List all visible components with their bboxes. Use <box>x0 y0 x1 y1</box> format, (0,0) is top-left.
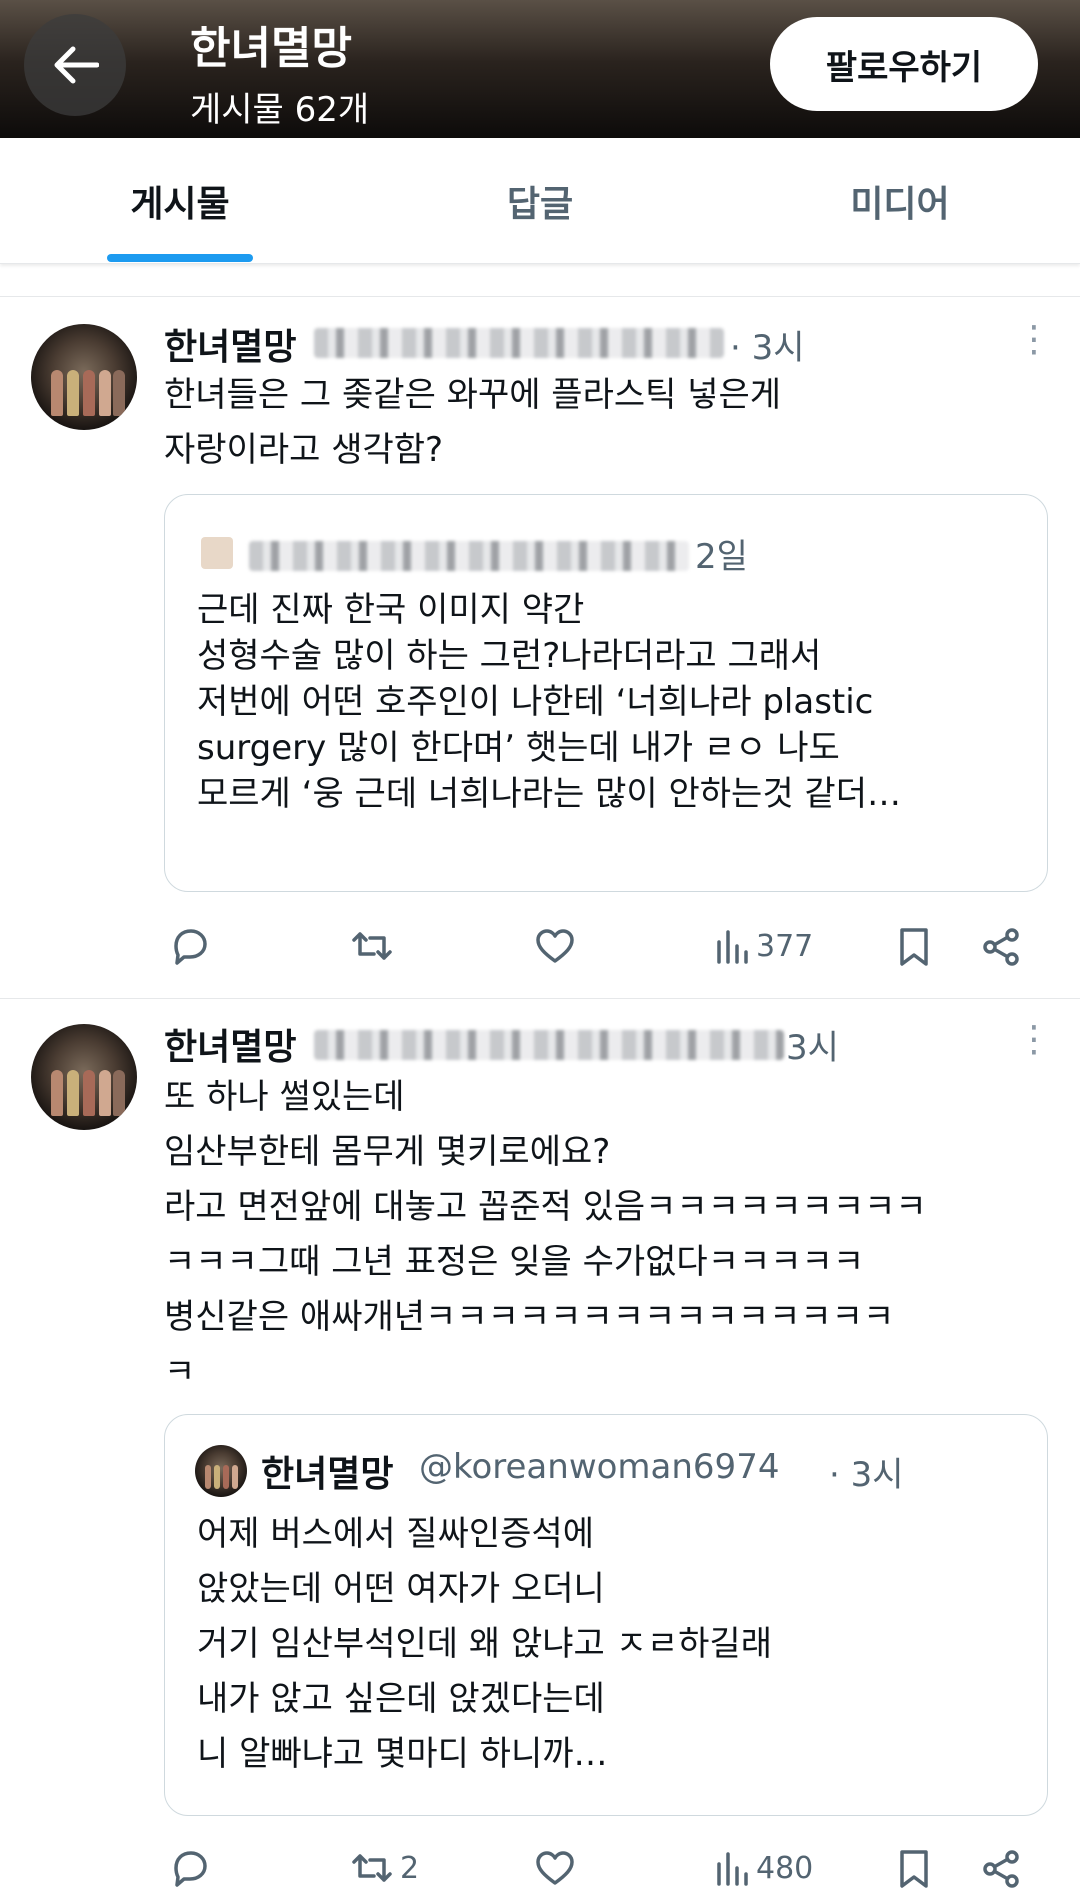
views-icon <box>717 1852 748 1886</box>
quoted-text: 어제 버스에서 질싸인증석에 앉았는데 어떤 여자가 오더니 거기 임산부석인데… <box>197 1514 772 1774</box>
reply-button[interactable] <box>168 1848 210 1888</box>
follow-button[interactable]: 팔로우하기 <box>770 17 1038 111</box>
quoted-post[interactable]: 한녀멸망 @koreanwoman6974 · 3시 어제 버스에서 질싸인증석… <box>164 1414 1048 1816</box>
quoted-avatar <box>201 537 233 569</box>
retweet-icon <box>352 1854 392 1882</box>
avatar[interactable] <box>31 324 137 430</box>
more-icon[interactable]: ⋮ <box>1016 322 1052 358</box>
back-button[interactable] <box>24 14 126 116</box>
like-button[interactable] <box>534 926 576 966</box>
blurred-quoted-author <box>249 541 689 571</box>
quoted-avatar <box>195 1445 247 1497</box>
post-text: 또 하나 썰있는데 임산부한테 몸무게 몇키로에요? 라고 면전앞에 대놓고 꼽… <box>164 1077 927 1392</box>
quoted-time: 2일 <box>695 537 748 577</box>
share-icon <box>983 928 1019 966</box>
profile-header: 한녀멸망 게시물 62개 팔로우하기 <box>0 0 1080 138</box>
bookmark-button[interactable] <box>896 926 932 968</box>
views-count: 377 <box>756 928 814 964</box>
like-icon <box>536 929 574 963</box>
retweet-button[interactable]: 2 <box>350 1848 419 1888</box>
views-button[interactable]: 480 <box>714 1848 813 1888</box>
reply-icon <box>174 929 207 965</box>
blurred-handle <box>314 1030 784 1060</box>
post-time[interactable]: 3시 <box>786 1020 839 1069</box>
post-count: 게시물 62개 <box>190 90 370 130</box>
profile-tabs: 게시물 답글 미디어 <box>0 138 1080 264</box>
quoted-time: · 3시 <box>829 1455 904 1495</box>
bookmark-icon <box>900 1850 928 1888</box>
views-icon <box>717 930 748 964</box>
retweet-button[interactable] <box>350 926 400 966</box>
tab-media[interactable]: 미디어 <box>720 138 1080 264</box>
active-tab-indicator <box>107 254 253 262</box>
retweet-icon <box>352 932 392 960</box>
quoted-text: 근데 진짜 한국 이미지 약간 성형수술 많이 하는 그런?나라더라고 그래서 … <box>197 590 901 814</box>
bookmark-icon <box>900 928 928 966</box>
divider <box>0 998 1080 999</box>
like-button[interactable] <box>534 1848 576 1888</box>
author-name[interactable]: 한녀멸망 <box>164 1018 296 1070</box>
views-count: 480 <box>756 1850 814 1886</box>
quoted-author: 한녀멸망 <box>261 1454 394 1495</box>
bookmark-button[interactable] <box>896 1848 932 1890</box>
post-text: 한녀들은 그 좆같은 와꾸에 플라스틱 넣은게 자랑이라고 생각함? <box>164 375 782 470</box>
share-button[interactable] <box>980 926 1022 968</box>
divider <box>0 296 1080 297</box>
avatar[interactable] <box>31 1024 137 1130</box>
more-icon[interactable]: ⋮ <box>1016 1022 1052 1058</box>
views-button[interactable]: 377 <box>714 926 813 966</box>
share-button[interactable] <box>980 1848 1022 1890</box>
quoted-handle: @koreanwoman6974 <box>419 1447 780 1487</box>
tab-posts[interactable]: 게시물 <box>0 138 360 264</box>
reply-button[interactable] <box>168 926 210 966</box>
share-icon <box>983 1850 1019 1888</box>
back-arrow-icon <box>54 46 99 84</box>
retweet-count: 2 <box>400 1850 420 1886</box>
tab-replies[interactable]: 답글 <box>360 138 720 264</box>
reply-icon <box>174 1851 207 1887</box>
blurred-handle <box>314 328 724 358</box>
like-icon <box>536 1851 574 1885</box>
quoted-post[interactable]: 2일 근데 진짜 한국 이미지 약간 성형수술 많이 하는 그런?나라더라고 그… <box>164 494 1048 892</box>
profile-name: 한녀멸망 <box>190 23 352 74</box>
author-name[interactable]: 한녀멸망 <box>164 318 296 370</box>
post-time[interactable]: · 3시 <box>730 320 805 369</box>
